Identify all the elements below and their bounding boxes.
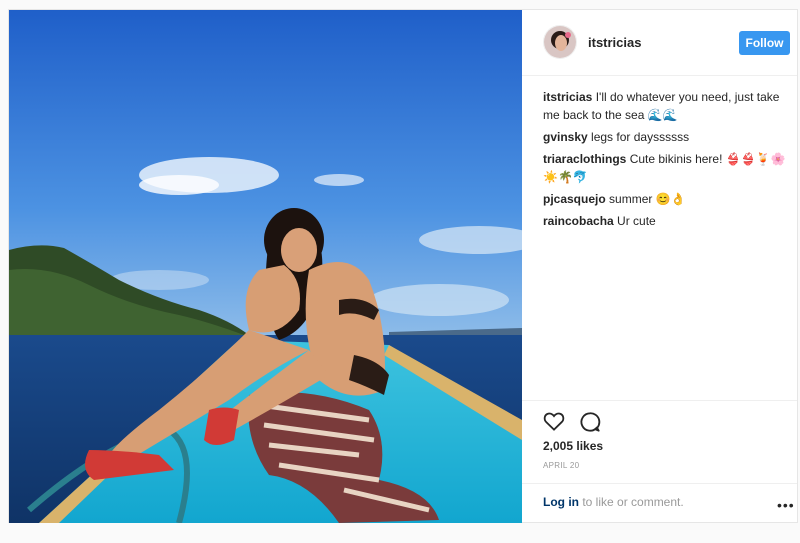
login-prompt-text: Log in to like or comment. <box>543 495 684 509</box>
author-avatar[interactable] <box>543 25 577 59</box>
comment-username[interactable]: pjcasquejo <box>543 192 606 206</box>
more-options-icon[interactable]: ••• <box>777 497 795 513</box>
author-username[interactable]: itstricias <box>588 35 641 50</box>
comment-item: triaraclothings Cute bikinis here! 👙👙🍹🌸☀… <box>543 150 793 186</box>
login-prompt: Log in to like or comment. ••• <box>522 483 797 523</box>
speech-bubble-icon[interactable] <box>579 411 601 438</box>
comment-text: legs for dayssssss <box>591 130 690 144</box>
post-photo-image <box>9 10 522 523</box>
heart-outline-icon[interactable] <box>543 411 565 436</box>
post-date: APRIL 20 <box>543 461 580 470</box>
comment-item: itstricias I'll do whatever you need, ju… <box>543 88 793 124</box>
comment-username[interactable]: gvinsky <box>543 130 588 144</box>
post-header: itstricias Follow <box>522 10 797 76</box>
likes-count[interactable]: 2,005 likes <box>543 439 603 453</box>
follow-button[interactable]: Follow <box>739 31 790 55</box>
login-prompt-rest: to like or comment. <box>579 495 684 509</box>
post-actions: 2,005 likes APRIL 20 Log in to like or c… <box>522 400 797 522</box>
comment-item: pjcasquejo summer 😊👌 <box>543 190 793 208</box>
post-sidebar: itstricias Follow itstricias I'll do wha… <box>522 10 797 522</box>
avatar-image <box>544 26 576 58</box>
comment-item: raincobacha Ur cute <box>543 212 793 230</box>
comment-item: gvinsky legs for dayssssss <box>543 128 793 146</box>
comment-username[interactable]: triaraclothings <box>543 152 626 166</box>
comment-username[interactable]: raincobacha <box>543 214 614 228</box>
comments-list: itstricias I'll do whatever you need, ju… <box>543 88 793 234</box>
instagram-post: itstricias Follow itstricias I'll do wha… <box>8 9 798 523</box>
comment-text: summer 😊👌 <box>609 192 686 206</box>
login-link[interactable]: Log in <box>543 495 579 509</box>
post-photo[interactable] <box>9 10 522 523</box>
comment-username[interactable]: itstricias <box>543 90 592 104</box>
comment-text: Ur cute <box>617 214 656 228</box>
